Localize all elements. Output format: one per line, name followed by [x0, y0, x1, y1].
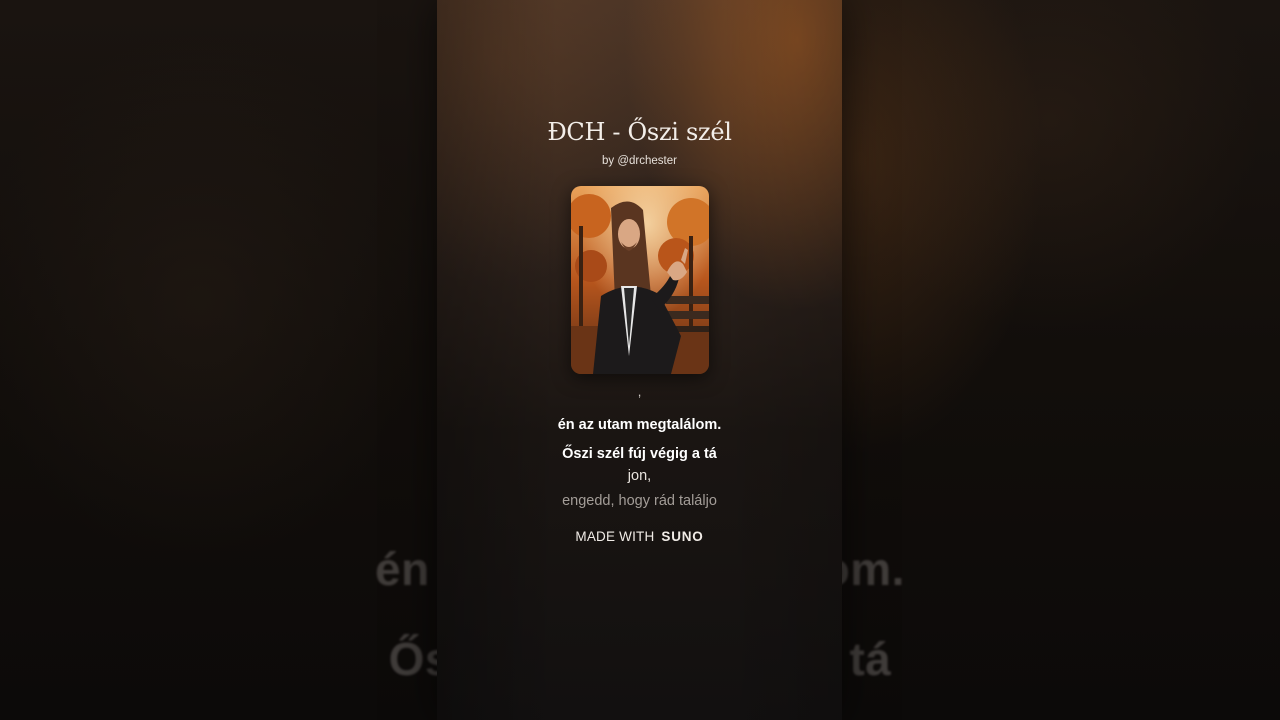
lyric-line-active: Őszi szél fúj végig a tá — [562, 446, 717, 462]
lyric-line-upcoming: engedd, hogy rád találjo — [562, 493, 717, 509]
made-with-suno-badge: MADE WITH SUNO — [437, 529, 842, 544]
lyric-video-panel: ĐCH - Őszi szél by @drchester , én az ut… — [437, 0, 842, 720]
video-frame: én az utam megtalálom. Őszi szél fúj vég… — [0, 0, 1280, 720]
song-title: ĐCH - Őszi szél — [547, 118, 732, 146]
lyric-line-current: én az utam megtalálom. — [557, 417, 722, 433]
suno-logo-text: SUNO — [661, 529, 704, 544]
album-cover-image — [571, 186, 709, 374]
lyric-line-continuation: jon, — [627, 468, 652, 484]
album-cover-portrait-icon — [571, 186, 709, 374]
lyric-previous-fragment: , — [637, 384, 642, 399]
song-byline: by @drchester — [602, 155, 677, 167]
made-with-label: MADE WITH — [575, 529, 655, 544]
